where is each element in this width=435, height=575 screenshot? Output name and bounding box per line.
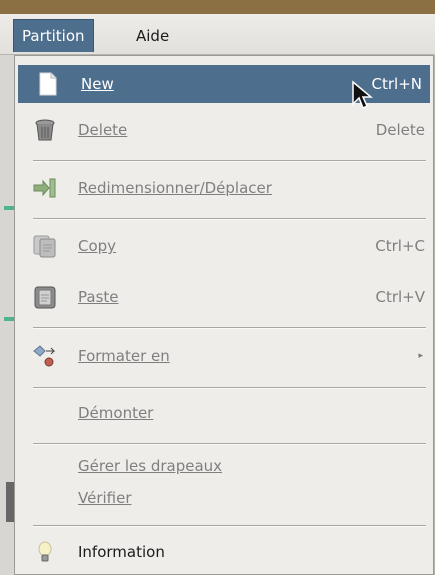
partition-dropdown-menu: New Ctrl+N Delete Delete Redimensionner/… <box>14 55 434 575</box>
menu-item-accelerator: Ctrl+C <box>375 237 425 255</box>
menu-item-label: Vérifier <box>78 489 132 507</box>
menu-item-label: New <box>81 75 114 93</box>
menu-separator <box>33 218 426 220</box>
menu-item-label: Delete <box>78 121 128 139</box>
edge-marker-dark <box>6 482 14 522</box>
submenu-arrow-icon: ▸ <box>418 351 423 361</box>
menu-separator <box>33 387 426 389</box>
menu-item-label: Formater en <box>78 347 170 365</box>
paste-icon <box>34 286 56 309</box>
menu-item-copy[interactable]: Copy Ctrl+C <box>15 227 433 265</box>
menu-item-resize-move[interactable]: Redimensionner/Déplacer <box>15 169 433 207</box>
menu-separator <box>33 160 426 162</box>
window-top-strip <box>0 0 435 14</box>
menu-item-paste[interactable]: Paste Ctrl+V <box>15 278 433 316</box>
resize-move-icon <box>33 178 56 198</box>
copy-icon <box>33 235 56 258</box>
menu-item-label: Redimensionner/Déplacer <box>78 179 272 197</box>
trash-icon <box>35 119 55 141</box>
menu-item-format-as[interactable]: Formater en ▸ <box>15 337 433 375</box>
mouse-pointer-icon <box>352 80 373 110</box>
menu-item-accelerator: Ctrl+V <box>375 288 425 306</box>
menu-item-label: Copy <box>78 237 117 255</box>
edge-marker <box>4 317 14 321</box>
menu-separator <box>33 443 426 445</box>
background-window-edge <box>0 55 14 575</box>
menu-item-label: Paste <box>78 288 119 306</box>
menu-partition-label: Partition <box>22 27 85 45</box>
menu-separator <box>33 327 426 329</box>
menu-item-unmount[interactable]: Démonter <box>15 394 433 432</box>
menu-item-information[interactable]: Information <box>15 533 433 571</box>
menu-item-label: Démonter <box>78 404 154 422</box>
info-bulb-icon <box>38 541 52 562</box>
menu-aide-label: Aide <box>136 27 170 45</box>
menu-item-label: Information <box>78 543 165 561</box>
menu-item-accelerator: Ctrl+N <box>371 75 422 93</box>
menubar: Partition Aide <box>0 14 435 55</box>
menu-item-check[interactable]: Vérifier <box>15 479 433 517</box>
menu-item-delete[interactable]: Delete Delete <box>15 111 433 149</box>
edge-marker <box>4 206 14 210</box>
new-document-icon <box>39 72 57 96</box>
menu-item-accelerator: Delete <box>375 121 425 139</box>
format-icon <box>33 345 56 367</box>
menu-partition[interactable]: Partition <box>13 19 94 52</box>
menu-separator <box>33 525 426 527</box>
menu-aide[interactable]: Aide <box>128 20 177 52</box>
